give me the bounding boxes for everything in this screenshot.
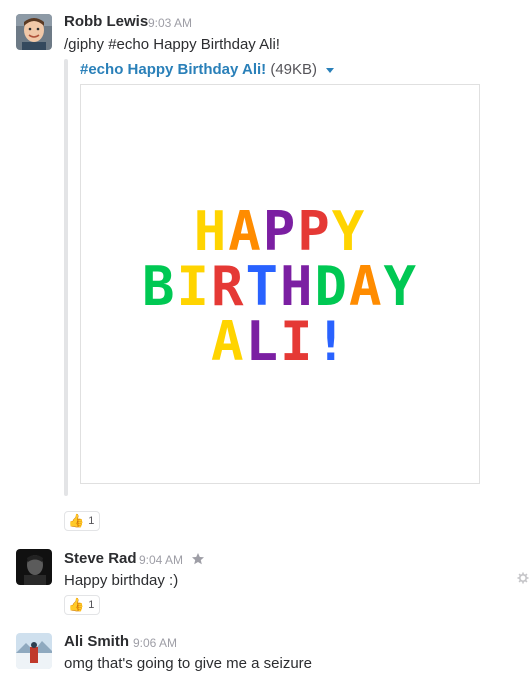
avatar-robb[interactable]: [16, 14, 52, 50]
attachment-border: [64, 59, 68, 496]
file-title[interactable]: #echo Happy Birthday Ali!: [80, 61, 266, 78]
author-name[interactable]: Robb Lewis: [64, 13, 148, 30]
thumbs-up-icon: 👍: [68, 597, 85, 612]
gif-line-happy: HAPPY: [193, 200, 367, 263]
reaction-thumbs-up[interactable]: 👍 1: [64, 595, 101, 615]
avatar-ali[interactable]: [16, 633, 52, 669]
reaction-thumbs-up[interactable]: 👍 1: [64, 511, 101, 531]
gif-image[interactable]: HAPPY BIRTHDAY ALI!: [80, 84, 480, 484]
message-text: Happy birthday :): [64, 572, 179, 589]
timestamp[interactable]: 9:06 AM: [133, 636, 177, 650]
reaction-count: 1: [88, 599, 95, 611]
reaction-count: 1: [88, 515, 95, 527]
file-link[interactable]: #echo Happy Birthday Ali! (49KB): [80, 61, 335, 78]
file-size: (49KB): [270, 61, 318, 78]
timestamp[interactable]: 9:04 AM: [139, 553, 183, 567]
thumbs-up-icon: 👍: [68, 513, 85, 528]
chevron-down-icon[interactable]: [326, 67, 335, 73]
message-text: /giphy #echo Happy Birthday Ali!: [64, 36, 280, 53]
timestamp[interactable]: 9:03 AM: [148, 16, 192, 30]
message-text: omg that's going to give me a seizure: [64, 655, 312, 672]
avatar-steve[interactable]: [16, 549, 52, 585]
gif-line-birthday: BIRTHDAY: [141, 255, 419, 318]
star-icon[interactable]: [191, 552, 205, 566]
author-name[interactable]: Ali Smith: [64, 633, 129, 650]
author-name[interactable]: Steve Rad: [64, 550, 137, 567]
gif-line-ali: ALI!: [210, 310, 350, 373]
gear-icon[interactable]: [517, 572, 529, 584]
